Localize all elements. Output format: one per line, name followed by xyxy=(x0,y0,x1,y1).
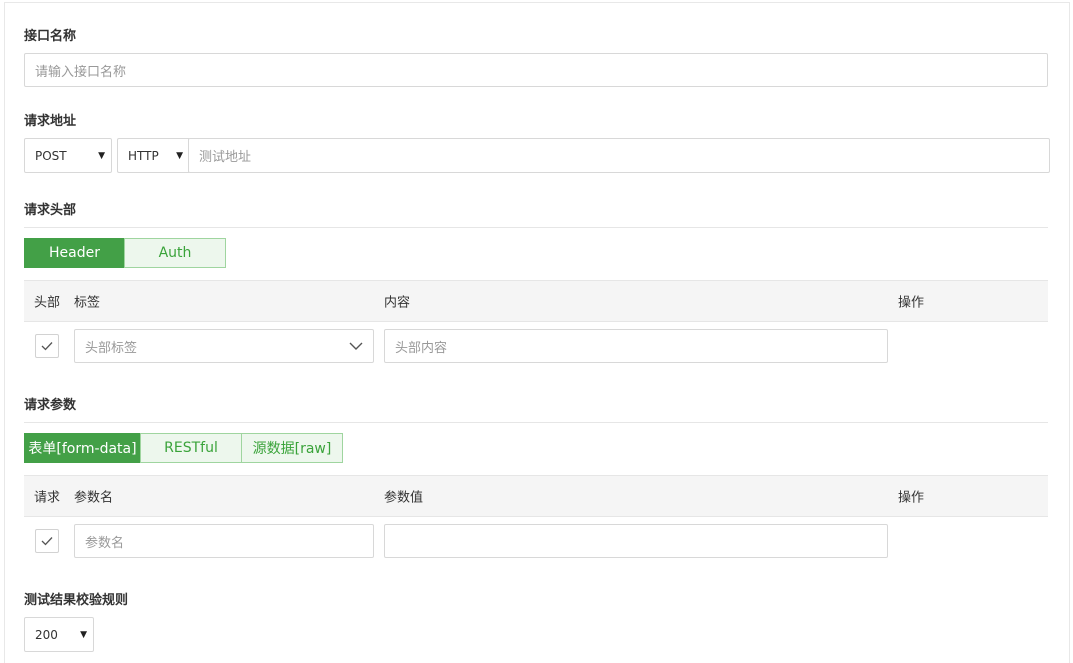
divider xyxy=(24,422,1048,423)
headers-tabs: Header Auth xyxy=(24,238,226,268)
status-code-value: 200 xyxy=(35,627,58,642)
col-content: 内容 xyxy=(384,295,411,311)
tab-header[interactable]: Header xyxy=(24,238,125,268)
col-action: 操作 xyxy=(898,490,925,506)
tab-raw[interactable]: 源数据[raw] xyxy=(241,433,343,463)
param-row-checkbox[interactable] xyxy=(35,529,59,553)
interface-name-placeholder: 请输入接口名称 xyxy=(35,64,127,80)
col-request: 请求 xyxy=(34,490,61,506)
col-action: 操作 xyxy=(898,295,925,311)
header-content-input[interactable]: 头部内容 xyxy=(384,329,888,363)
param-name-placeholder: 参数名 xyxy=(85,535,125,551)
check-icon xyxy=(41,537,53,546)
params-table-head: 请求 参数名 参数值 操作 xyxy=(24,475,1048,517)
header-row-checkbox[interactable] xyxy=(35,334,59,358)
interface-name-label: 接口名称 xyxy=(24,29,77,44)
col-param-value: 参数值 xyxy=(384,490,424,506)
request-url-label: 请求地址 xyxy=(24,114,77,129)
params-tabs: 表单[form-data] RESTful 源数据[raw] xyxy=(24,433,343,463)
tab-auth[interactable]: Auth xyxy=(124,238,226,268)
headers-label: 请求头部 xyxy=(24,203,77,218)
method-select[interactable]: POST ▼ xyxy=(24,138,112,173)
protocol-value: HTTP xyxy=(128,148,159,163)
params-label: 请求参数 xyxy=(24,398,77,413)
tab-form-data[interactable]: 表单[form-data] xyxy=(24,433,141,463)
headers-table-head: 头部 标签 内容 操作 xyxy=(24,280,1048,322)
col-header: 头部 xyxy=(34,295,61,311)
caret-down-icon: ▼ xyxy=(176,150,183,161)
url-input[interactable]: 测试地址 xyxy=(188,138,1050,173)
param-name-input[interactable]: 参数名 xyxy=(74,524,374,558)
caret-down-icon: ▼ xyxy=(80,629,87,640)
divider xyxy=(24,227,1048,228)
method-value: POST xyxy=(35,148,67,163)
url-placeholder: 测试地址 xyxy=(199,150,252,165)
protocol-select[interactable]: HTTP ▼ xyxy=(117,138,189,173)
validation-label: 测试结果校验规则 xyxy=(24,593,129,608)
col-param-name: 参数名 xyxy=(74,490,114,506)
header-content-placeholder: 头部内容 xyxy=(395,340,448,356)
header-tag-placeholder: 头部标签 xyxy=(85,340,138,356)
tab-restful[interactable]: RESTful xyxy=(140,433,242,463)
chevron-down-icon xyxy=(349,342,363,350)
header-tag-select[interactable]: 头部标签 xyxy=(74,329,374,363)
interface-name-input[interactable]: 请输入接口名称 xyxy=(24,53,1048,87)
col-tag: 标签 xyxy=(74,295,101,311)
status-code-select[interactable]: 200 ▼ xyxy=(24,617,94,652)
param-value-input[interactable] xyxy=(384,524,888,558)
check-icon xyxy=(41,342,53,351)
caret-down-icon: ▼ xyxy=(98,150,105,161)
